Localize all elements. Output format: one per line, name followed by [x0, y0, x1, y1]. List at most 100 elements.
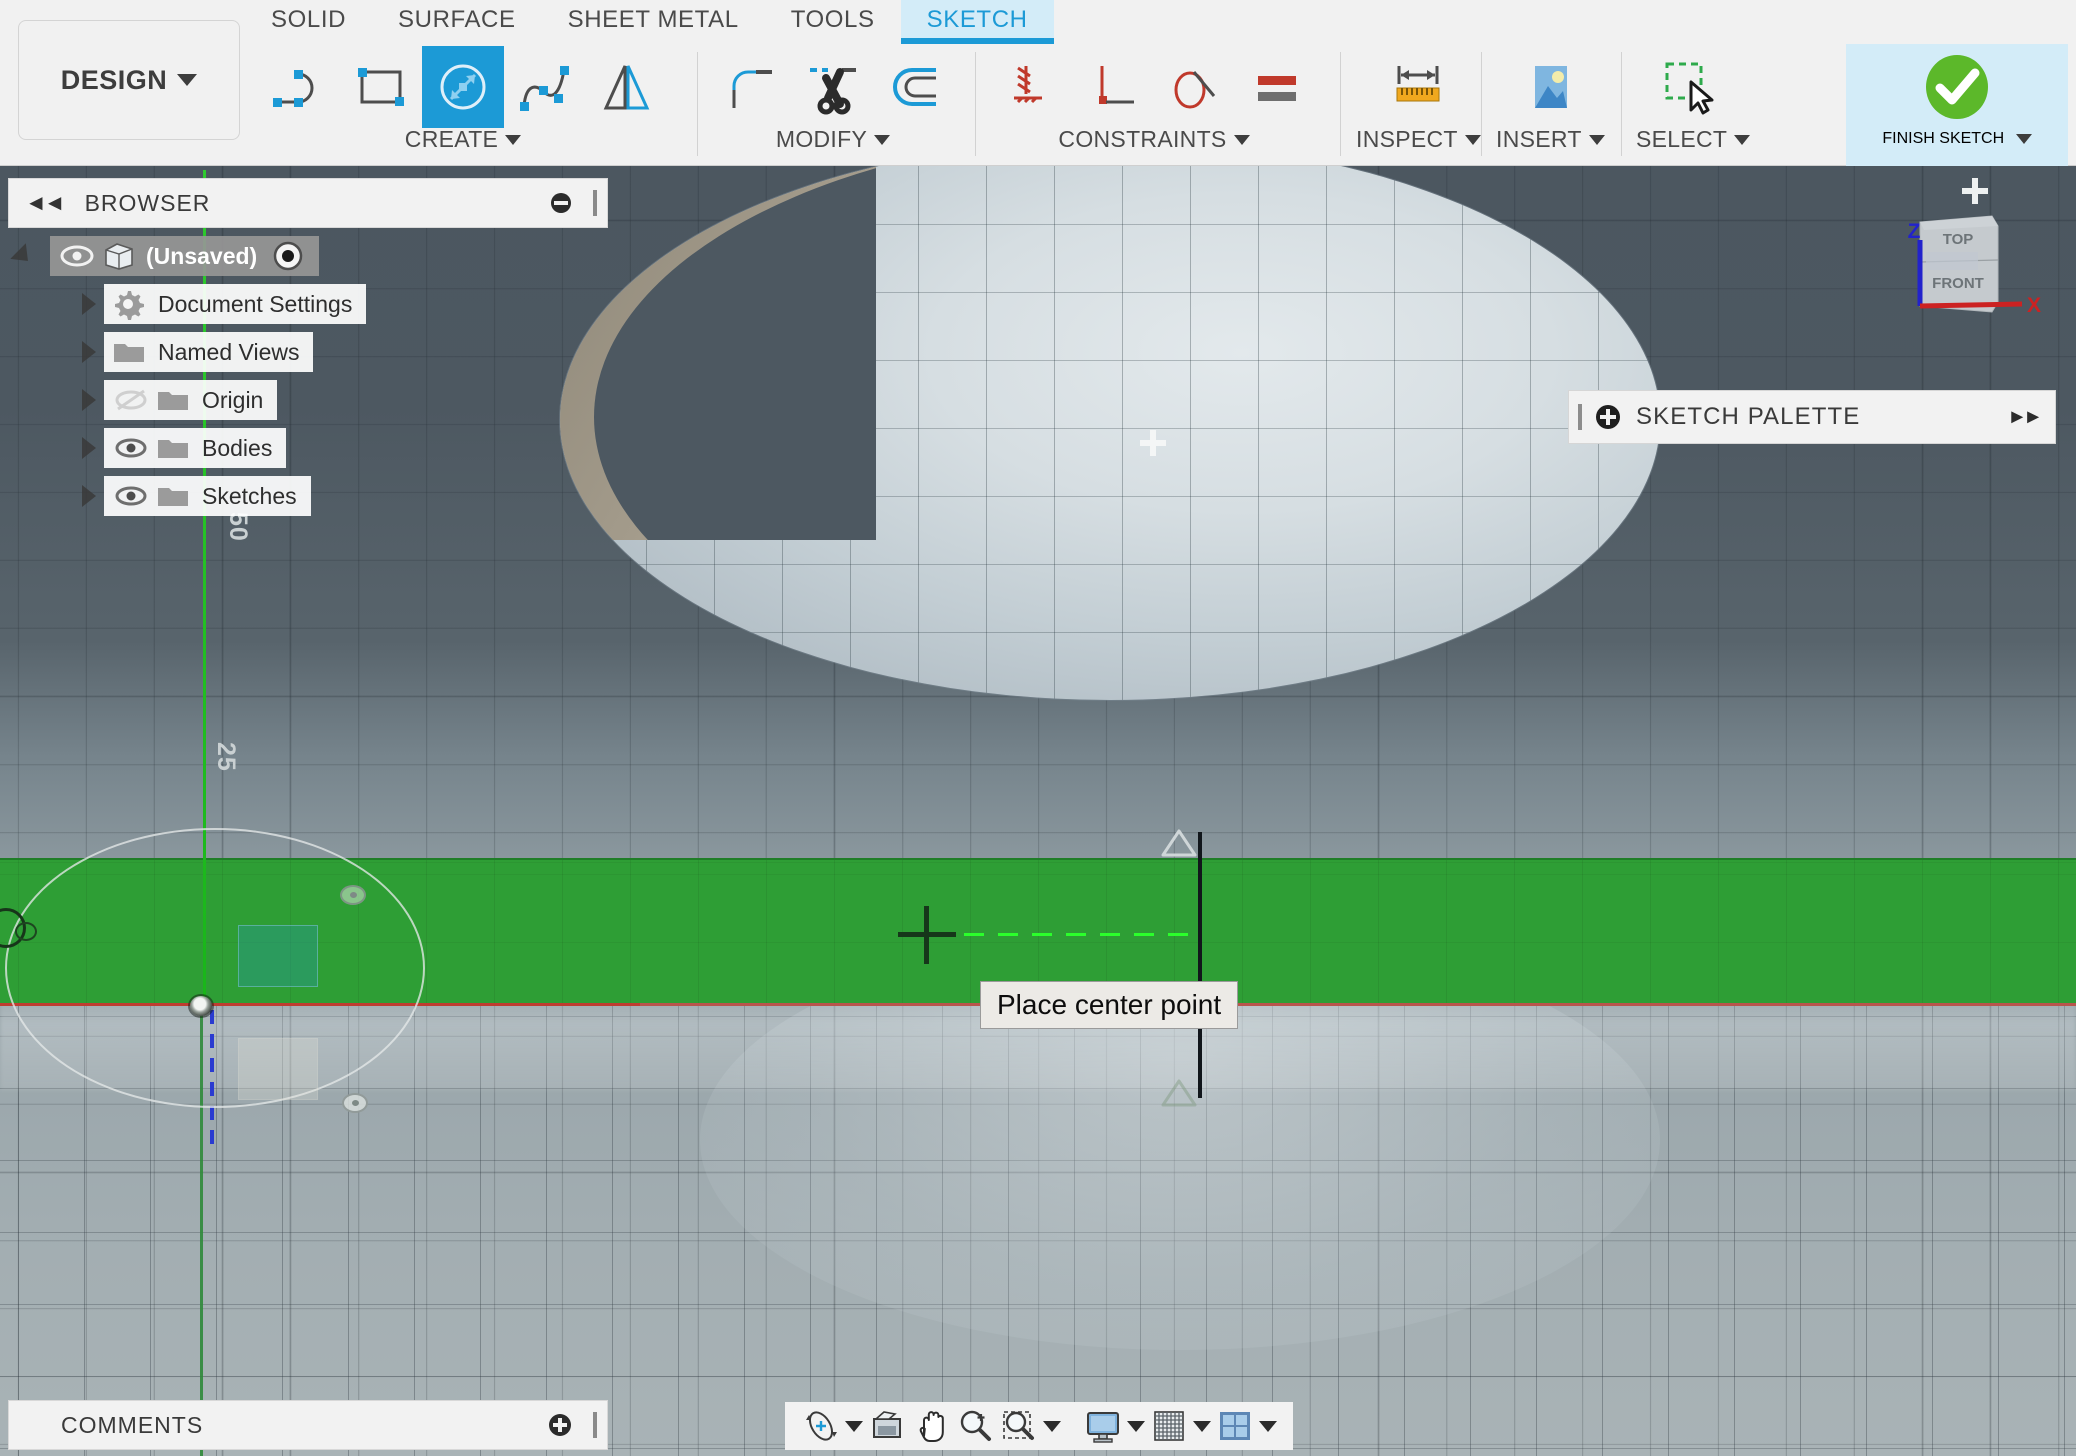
double-chevron-left-icon[interactable]: ◄◄: [25, 190, 66, 216]
sketch-palette-header[interactable]: SKETCH PALETTE ►►: [1568, 390, 2056, 444]
comments-panel-header[interactable]: COMMENTS: [8, 1400, 608, 1450]
orbit-dropdown-caret[interactable]: [843, 1404, 865, 1448]
tree-row-origin[interactable]: Origin: [8, 376, 608, 424]
line-tool-button[interactable]: [258, 46, 340, 128]
insert-image-icon[interactable]: [1509, 46, 1591, 128]
expand-arrow-wrap[interactable]: [8, 243, 38, 269]
face-center-point-icon[interactable]: [1140, 430, 1166, 456]
expand-arrow-wrap[interactable]: [74, 389, 104, 411]
construction-circle[interactable]: [5, 828, 425, 1108]
chevron-expanded-icon[interactable]: [10, 243, 36, 269]
chevron-down-icon[interactable]: [1233, 134, 1250, 145]
mirror-tool-button[interactable]: [586, 46, 668, 128]
ribbon-group-modify: MODIFY: [710, 44, 956, 166]
sketch-profile-ghost-lower[interactable]: [238, 1038, 318, 1100]
finish-sketch-button[interactable]: FINISH SKETCH: [1846, 44, 2068, 166]
ribbon-divider-4: [1481, 52, 1482, 156]
sketch-point-lower[interactable]: [342, 1093, 368, 1113]
tree-row-bodies[interactable]: Bodies: [8, 424, 608, 472]
eye-visible-icon[interactable]: [112, 483, 150, 509]
zoom-window-icon[interactable]: [997, 1404, 1041, 1448]
tab-tools[interactable]: TOOLS: [765, 0, 901, 44]
tree-item-label-document-settings: Document Settings: [158, 290, 353, 317]
plus-circle-icon[interactable]: [549, 1414, 571, 1436]
chevron-down-icon[interactable]: [874, 134, 891, 145]
expand-arrow-wrap[interactable]: [74, 341, 104, 363]
tree-item-origin[interactable]: Origin: [104, 380, 278, 420]
equal-icon[interactable]: [1236, 46, 1318, 128]
zoom-magnifier-icon[interactable]: [953, 1404, 997, 1448]
green-check-icon[interactable]: [1916, 46, 1998, 128]
tab-sheet-metal[interactable]: SHEET METAL: [542, 0, 765, 44]
pan-hand-icon[interactable]: [909, 1404, 953, 1448]
viewports-icon[interactable]: [1213, 1404, 1257, 1448]
workspace-switcher-button[interactable]: DESIGN: [18, 20, 240, 140]
active-radio-icon[interactable]: [271, 239, 305, 273]
chevron-right-icon[interactable]: [82, 341, 96, 363]
tab-sketch[interactable]: SKETCH: [900, 0, 1054, 44]
expand-arrow-wrap[interactable]: [74, 485, 104, 507]
tree-item-named-views[interactable]: Named Views: [104, 332, 314, 372]
expand-arrow-wrap[interactable]: [74, 437, 104, 459]
expand-arrow-wrap[interactable]: [74, 293, 104, 315]
viewports-dropdown-caret[interactable]: [1257, 1404, 1279, 1448]
tree-item-bodies[interactable]: Bodies: [104, 428, 287, 468]
chevron-down-icon[interactable]: [2015, 133, 2032, 144]
chevron-right-icon[interactable]: [82, 437, 96, 459]
grid-snaps-icon[interactable]: [1147, 1404, 1191, 1448]
plus-circle-icon[interactable]: [1596, 405, 1620, 429]
chevron-down-icon[interactable]: [1734, 134, 1751, 145]
tree-item-unsaved[interactable]: (Unsaved): [50, 236, 320, 276]
tangent-icon[interactable]: [1154, 46, 1236, 128]
chevron-right-icon[interactable]: [82, 293, 96, 315]
tab-surface[interactable]: SURFACE: [372, 0, 542, 44]
tree-row-named-views[interactable]: Named Views: [8, 328, 608, 376]
measure-ruler-icon[interactable]: [1377, 46, 1459, 128]
look-at-icon[interactable]: [865, 1404, 909, 1448]
rectangle-tool-button[interactable]: [340, 46, 422, 128]
display-dropdown-caret[interactable]: [1125, 1404, 1147, 1448]
spline-tool-button[interactable]: [504, 46, 586, 128]
tree-row-document-settings[interactable]: Document Settings: [8, 280, 608, 328]
resize-grip-icon[interactable]: [593, 190, 597, 216]
document-cube-icon: [102, 241, 136, 271]
zoom-dropdown-caret[interactable]: [1041, 1404, 1063, 1448]
circle-tool-button[interactable]: [422, 46, 504, 128]
chevron-down-icon[interactable]: [1464, 134, 1481, 145]
sketch-point-upper[interactable]: [340, 885, 366, 905]
fix-ground-icon[interactable]: [990, 46, 1072, 128]
triangle-constraint-icon[interactable]: [1160, 828, 1198, 857]
tree-item-label-unsaved: (Unsaved): [146, 242, 258, 269]
perpendicular-icon[interactable]: [1072, 46, 1154, 128]
resize-grip-icon[interactable]: [593, 1412, 597, 1438]
chevron-right-icon[interactable]: [82, 485, 96, 507]
tab-solid[interactable]: SOLID: [245, 0, 372, 44]
tree-row-sketches[interactable]: Sketches: [8, 472, 608, 520]
chevron-right-icon[interactable]: [82, 389, 96, 411]
plus-home-icon[interactable]: [1962, 178, 1988, 204]
select-window-cursor-icon[interactable]: [1652, 46, 1734, 128]
fillet-tool-button[interactable]: [710, 46, 792, 128]
body-silhouette-edge[interactable]: [1198, 832, 1202, 1098]
chevron-down-icon[interactable]: [1588, 134, 1605, 145]
offset-tool-button[interactable]: [874, 46, 956, 128]
grid-dropdown-caret[interactable]: [1191, 1404, 1213, 1448]
resize-grip-icon[interactable]: [1578, 404, 1582, 430]
chevron-down-icon[interactable]: [505, 134, 522, 145]
browser-panel-header[interactable]: ◄◄ BROWSER: [8, 178, 608, 228]
eye-visible-icon[interactable]: [58, 243, 96, 269]
view-cube[interactable]: TOP FRONT Z X: [1906, 212, 2046, 342]
tree-item-sketches[interactable]: Sketches: [104, 476, 311, 516]
eye-hidden-icon[interactable]: [112, 387, 150, 413]
tree-row-unsaved[interactable]: (Unsaved): [8, 232, 608, 280]
status-tooltip: Place center point: [980, 981, 1239, 1029]
display-settings-icon[interactable]: [1081, 1404, 1125, 1448]
sketch-profile-ghost-upper[interactable]: [238, 925, 318, 987]
orbit-icon[interactable]: [799, 1404, 843, 1448]
tree-item-document-settings[interactable]: Document Settings: [104, 284, 367, 324]
double-chevron-right-icon[interactable]: ►►: [2007, 406, 2043, 429]
body-top-face[interactable]: [560, 140, 1660, 700]
minus-circle-icon[interactable]: [551, 193, 571, 213]
trim-scissors-icon[interactable]: [792, 46, 874, 128]
eye-visible-icon[interactable]: [112, 435, 150, 461]
